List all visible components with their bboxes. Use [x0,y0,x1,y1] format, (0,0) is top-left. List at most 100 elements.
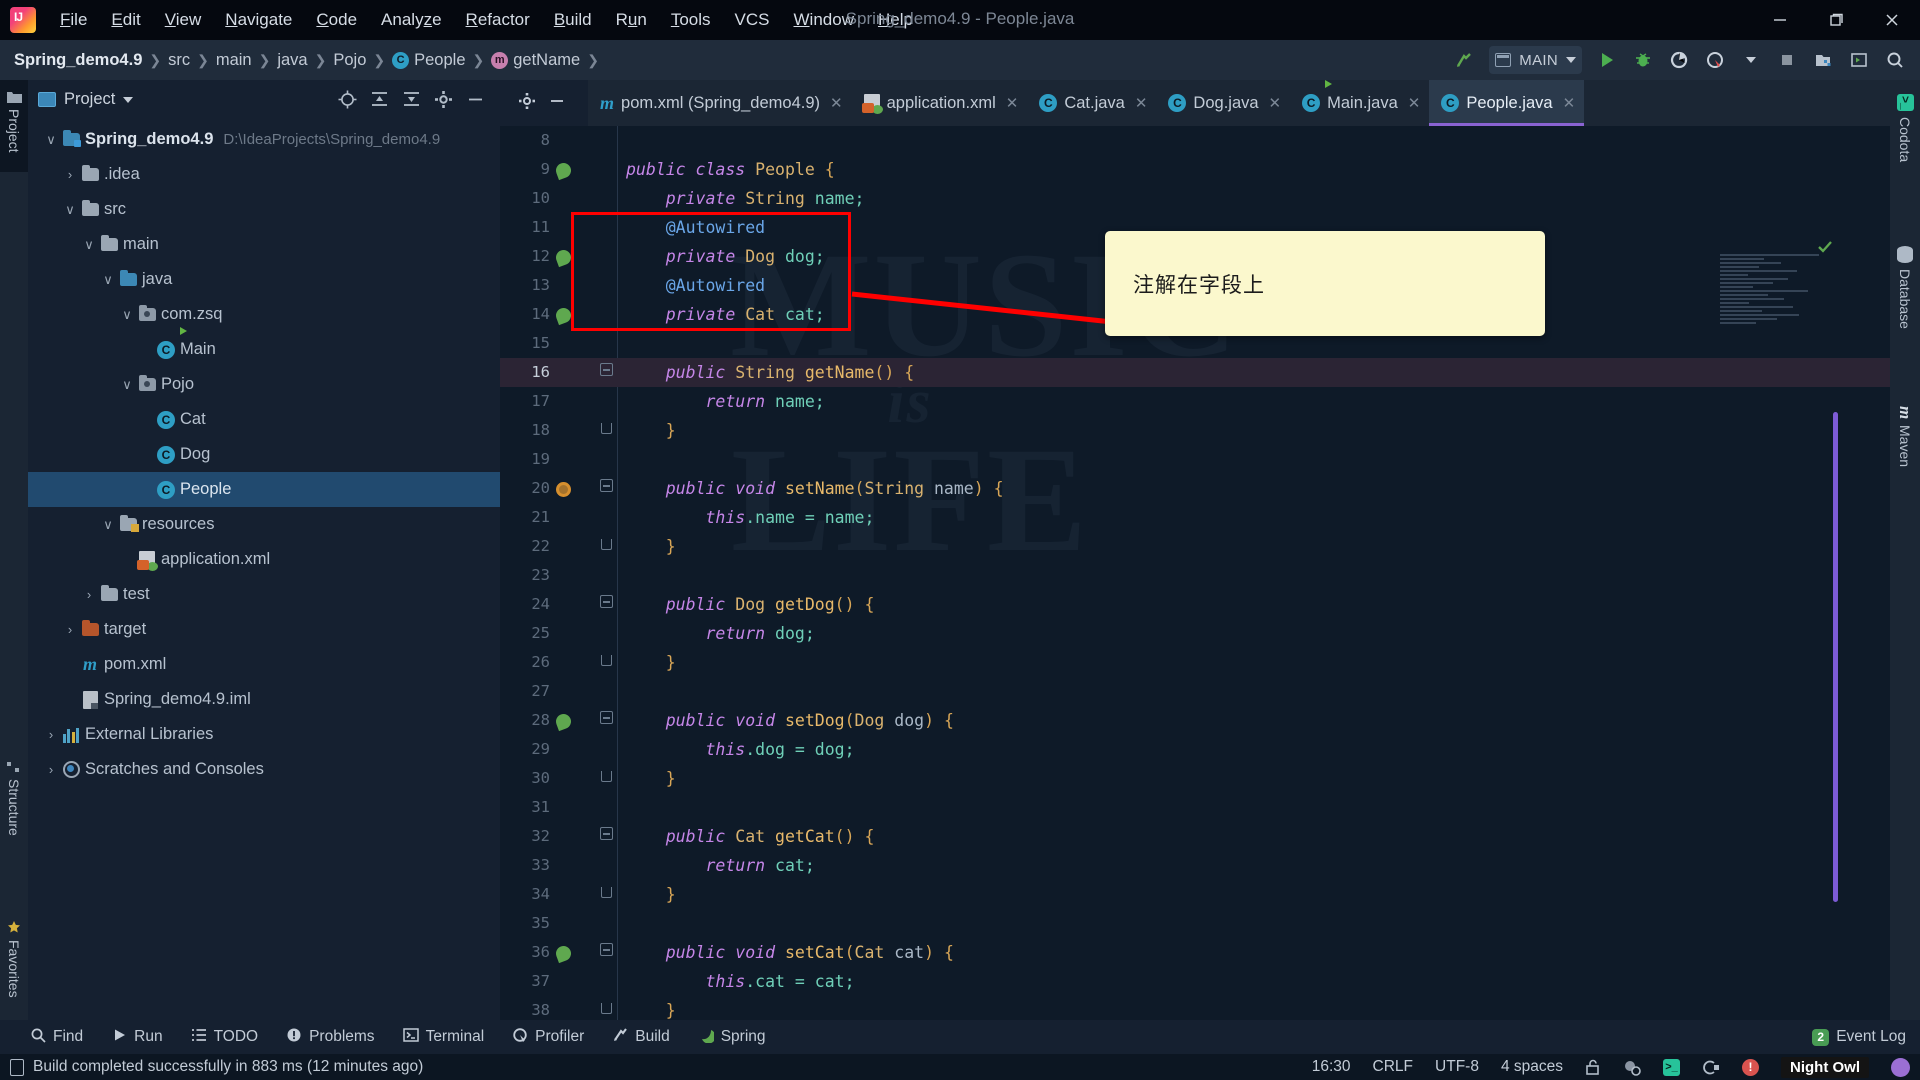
menu-item-tools[interactable]: Tools [659,5,723,35]
code-line-8[interactable]: 8 [500,126,1890,155]
editor-tab-main.java[interactable]: C Main.java ✕ [1290,80,1429,126]
sidebar-item-codota[interactable]: >_ Codota [1890,88,1920,208]
chevron-down-icon[interactable]: ∨ [118,307,136,323]
code-line-17[interactable]: 17 return name; [500,387,1890,416]
menu-item-vcs[interactable]: VCS [723,5,782,35]
breadcrumb-item-pojo[interactable]: Pojo [333,51,366,70]
fold-collapse-icon[interactable] [599,943,613,956]
tool-window-button-spring[interactable]: Spring [684,1020,780,1054]
sidebar-item-favorites[interactable]: Favorites [0,910,28,1020]
code-line-16[interactable]: 16 public String getName() { [500,358,1890,387]
hide-editor-icon[interactable] [548,92,566,115]
menu-item-run[interactable]: Run [604,5,659,35]
code-line-26[interactable]: 26 } [500,648,1890,677]
chevron-down-icon[interactable]: ∨ [99,517,117,533]
code-line-31[interactable]: 31 [500,793,1890,822]
code-line-37[interactable]: 37 this.cat = cat; [500,967,1890,996]
editor-minimap[interactable] [1720,252,1830,392]
inspection-icon[interactable] [1623,1059,1641,1076]
code-line-19[interactable]: 19 [500,445,1890,474]
close-icon[interactable]: ✕ [1269,94,1282,112]
code-line-22[interactable]: 22 } [500,532,1890,561]
tool-window-button-build[interactable]: Build [598,1020,683,1054]
override-gutter-icon[interactable] [556,482,571,497]
menu-item-edit[interactable]: Edit [99,5,152,35]
tool-window-button-problems[interactable]: Problems [272,1020,388,1054]
tree-node-java[interactable]: ∨ java [28,262,500,297]
tree-node-.idea[interactable]: › .idea [28,157,500,192]
menu-item-analyze[interactable]: Analyze [369,5,454,35]
gear-icon[interactable] [518,92,536,115]
run-with-coverage-button[interactable] [1662,43,1696,77]
collapse-all-icon[interactable] [398,87,424,113]
close-icon[interactable]: ✕ [1563,94,1576,112]
tool-window-button-terminal[interactable]: Terminal [389,1020,499,1054]
tool-window-button-run[interactable]: Run [97,1020,176,1054]
code-line-10[interactable]: 10 private String name; [500,184,1890,213]
avatar[interactable] [1891,1057,1910,1077]
code-line-29[interactable]: 29 this.dog = dog; [500,735,1890,764]
code-line-21[interactable]: 21 this.name = name; [500,503,1890,532]
run-button[interactable] [1590,43,1624,77]
fold-end-icon[interactable] [600,1003,612,1014]
code-line-27[interactable]: 27 [500,677,1890,706]
tree-node-pojo[interactable]: ∨ Pojo [28,367,500,402]
chevron-right-icon[interactable]: › [42,727,60,742]
code-canvas[interactable]: MUSIC is LIFE 8 9 public class People {10 … [500,126,1890,1020]
project-structure-button[interactable] [1806,43,1840,77]
editor-tab-people.java[interactable]: C People.java ✕ [1429,80,1585,126]
tree-node-target[interactable]: › target [28,612,500,647]
fold-end-icon[interactable] [600,771,612,782]
indent-indicator[interactable]: 4 spaces [1501,1058,1563,1076]
scrollbar-thumb[interactable] [1833,412,1838,902]
chevron-right-icon[interactable]: › [61,167,79,182]
lock-icon[interactable] [1585,1059,1601,1076]
breadcrumb-item-people[interactable]: C People [392,51,466,70]
chevron-down-icon[interactable]: ∨ [80,237,98,253]
tree-node-cat[interactable]: C Cat [28,402,500,437]
tree-node-scratches-and-consoles[interactable]: › Scratches and Consoles [28,752,500,787]
chevron-down-icon[interactable]: ∨ [99,272,117,288]
profile-button[interactable] [1698,43,1732,77]
tree-node-resources[interactable]: ∨ resources [28,507,500,542]
fold-collapse-icon[interactable] [599,595,613,608]
fold-collapse-icon[interactable] [599,827,613,840]
chevron-right-icon[interactable]: › [80,587,98,602]
code-line-33[interactable]: 33 return cat; [500,851,1890,880]
code-line-24[interactable]: 24 public Dog getDog() { [500,590,1890,619]
code-line-30[interactable]: 30 } [500,764,1890,793]
spring-autowired-gutter-icon[interactable] [553,711,574,732]
minimize-button[interactable] [1752,0,1808,40]
editor-tab-pom.xml-spring-demo4.9-[interactable]: m pom.xml (Spring_demo4.9) ✕ [588,80,852,126]
breadcrumb-item-spring-demo4-9[interactable]: Spring_demo4.9 [14,51,142,70]
tree-node-com.zsq[interactable]: ∨ com.zsq [28,297,500,332]
chevron-down-icon[interactable]: ∨ [118,377,136,393]
breadcrumb-item-java[interactable]: java [277,51,307,70]
tree-node-test[interactable]: › test [28,577,500,612]
close-icon[interactable]: ✕ [1006,94,1019,112]
breadcrumb-item-main[interactable]: main [216,51,252,70]
chevron-right-icon[interactable]: › [42,762,60,777]
menu-item-refactor[interactable]: Refactor [454,5,542,35]
chevron-down-icon[interactable]: ∨ [61,202,79,218]
tree-node-spring-demo4.9[interactable]: ∨ Spring_demo4.9 D:\IdeaProjects\Spring_de… [28,122,500,157]
event-log-button[interactable]: 2 Event Log [1812,1028,1920,1046]
code-line-18[interactable]: 18 } [500,416,1890,445]
sidebar-item-structure[interactable]: Structure [0,750,28,860]
terminal-icon[interactable]: >_ [1663,1058,1680,1076]
fold-end-icon[interactable] [600,887,612,898]
tool-window-button-find[interactable]: Find [0,1020,97,1054]
editor-scrollbar[interactable] [1830,252,1838,980]
code-line-36[interactable]: 36 public void setCat(Cat cat) { [500,938,1890,967]
code-line-35[interactable]: 35 [500,909,1890,938]
error-icon[interactable]: ! [1742,1058,1759,1076]
fold-collapse-icon[interactable] [599,711,613,724]
fold-collapse-icon[interactable] [599,479,613,492]
tree-node-main[interactable]: ∨ main [28,227,500,262]
code-line-25[interactable]: 25 return dog; [500,619,1890,648]
debug-button[interactable] [1626,43,1660,77]
menu-item-file[interactable]: File [48,5,99,35]
close-icon[interactable]: ✕ [830,94,843,112]
sidebar-item-database[interactable]: Database [1890,240,1920,370]
code-line-38[interactable]: 38 } [500,996,1890,1020]
